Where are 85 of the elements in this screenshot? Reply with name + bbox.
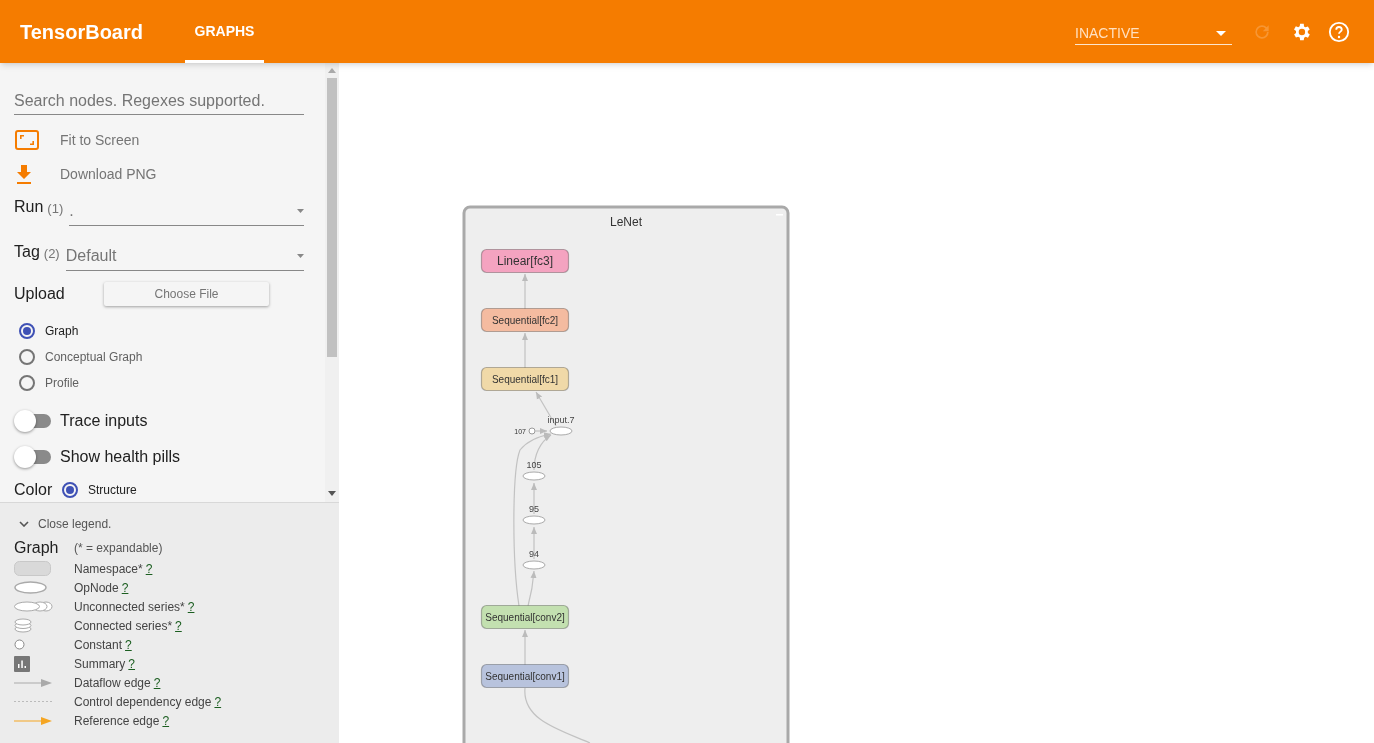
scrollbar[interactable] <box>325 63 339 502</box>
upload-label: Upload <box>14 283 66 304</box>
run-dropdown[interactable]: . <box>69 197 304 226</box>
caret-icon <box>1216 30 1226 36</box>
tag-count: (2) <box>43 245 61 264</box>
scroll-up-icon[interactable] <box>328 68 336 73</box>
color-label: Color <box>14 480 54 500</box>
fit-screen-icon <box>15 130 39 151</box>
radio-button[interactable] <box>62 482 78 498</box>
opnode-icon <box>14 581 47 594</box>
node-label: Sequential[fc1] <box>491 374 559 385</box>
legend-label: Namespace* <box>74 560 143 578</box>
run-label: Run <box>14 196 44 217</box>
node-label: Sequential[conv2] <box>485 612 565 623</box>
legend-label: Reference edge <box>74 712 160 730</box>
node-label: Sequential[fc2] <box>491 315 559 326</box>
legend-label: Connected series* <box>74 617 173 635</box>
legend-label: Control dependency edge <box>74 693 212 711</box>
op-node <box>522 515 546 525</box>
help-link[interactable]: ? <box>128 654 136 673</box>
radio-label: Conceptual Graph <box>45 349 143 367</box>
fit-to-screen-button[interactable]: Fit to Screen <box>14 123 304 158</box>
search-field[interactable]: Search nodes. Regexes supported. <box>14 88 304 116</box>
app-title: TensorBoard <box>20 19 144 45</box>
download-icon <box>15 164 33 185</box>
download-png-button[interactable]: Download PNG <box>14 157 304 192</box>
dashed-line-icon <box>14 700 52 703</box>
edge-line <box>524 687 591 743</box>
edge-arrow <box>522 332 528 369</box>
help-link[interactable]: ? <box>121 578 129 597</box>
help-link[interactable]: ? <box>125 635 132 654</box>
caret-icon <box>297 254 304 259</box>
radio-button[interactable] <box>19 375 35 392</box>
arrow-icon <box>14 678 52 687</box>
run-count: (1) <box>47 200 65 219</box>
series-icon <box>14 601 53 612</box>
scrollbar-thumb[interactable] <box>327 78 337 357</box>
legend-label: Dataflow edge <box>74 674 151 692</box>
constant-node <box>528 427 536 435</box>
toggle-label: Trace inputs <box>60 411 148 432</box>
node-label: 95 <box>529 504 539 514</box>
radio-button[interactable] <box>19 349 35 366</box>
help-link[interactable]: ? <box>153 673 161 692</box>
stack-icon <box>14 618 32 633</box>
legend-label: Constant <box>74 636 123 654</box>
edge-arrow <box>522 629 528 666</box>
node-label: Linear[fc3] <box>497 254 553 268</box>
scroll-down-icon[interactable] <box>328 491 336 496</box>
help-link[interactable]: ? <box>175 616 182 635</box>
node-label: 94 <box>529 549 539 559</box>
radio-label: Structure <box>88 482 137 499</box>
edge-arrow <box>522 273 528 310</box>
op-node <box>549 426 573 436</box>
tag-label: Tag <box>14 241 40 262</box>
legend-label: OpNode <box>74 579 119 597</box>
node-label: 105 <box>526 460 542 470</box>
toggle-label: Show health pills <box>60 447 181 468</box>
help-link[interactable]: ? <box>145 559 153 578</box>
arrow-icon <box>14 716 52 725</box>
legend-label: Unconnected series* <box>74 598 185 616</box>
help-link[interactable]: ? <box>187 597 195 616</box>
close-legend-button[interactable]: Close legend. <box>14 515 339 533</box>
tag-dropdown[interactable]: Default <box>65 242 304 271</box>
node-label: Sequential[conv1] <box>485 671 565 682</box>
op-node <box>522 560 546 570</box>
radio-label: Profile <box>45 375 79 393</box>
chevron-down-icon <box>19 521 29 527</box>
legend-title: Graph <box>14 538 60 558</box>
namespace-title: LeNet <box>610 215 642 229</box>
toggle-switch[interactable] <box>14 410 51 433</box>
legend-label: Summary <box>74 655 126 673</box>
help-link[interactable]: ? <box>162 711 170 730</box>
help-icon[interactable] <box>1328 20 1350 43</box>
circle-icon <box>14 639 25 650</box>
namespace-icon <box>14 561 51 576</box>
help-link[interactable]: ? <box>214 692 222 711</box>
op-node <box>522 471 546 481</box>
radio-button[interactable] <box>19 323 35 340</box>
radio-label: Graph <box>45 323 79 341</box>
node-label: input.7 <box>547 415 575 425</box>
legend-note: (* = expandable) <box>74 540 163 557</box>
bar-chart-icon <box>14 655 30 672</box>
choose-file-button[interactable]: Choose File <box>104 281 269 306</box>
toggle-switch[interactable] <box>14 446 51 469</box>
caret-icon <box>297 209 304 214</box>
